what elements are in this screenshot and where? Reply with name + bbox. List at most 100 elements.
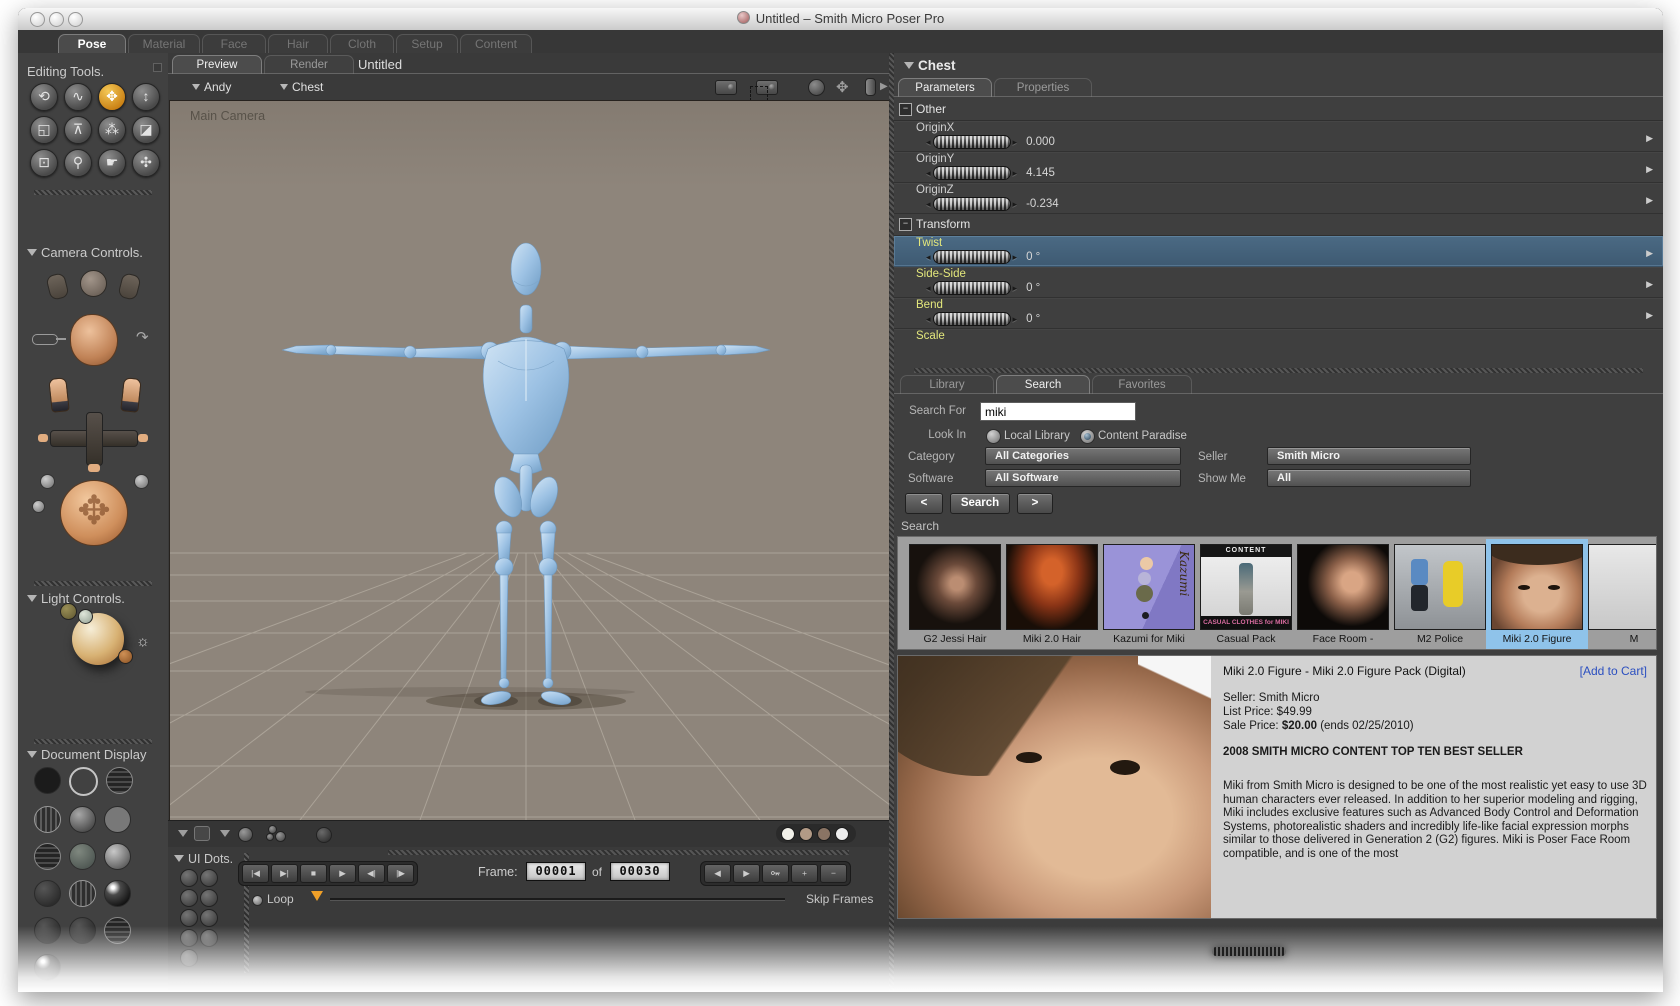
param-row-originx[interactable]: OriginX ◂ ▸ 0.000 ▶: [894, 121, 1663, 152]
timeline-marker[interactable]: [311, 891, 323, 907]
param-row-side-side[interactable]: Side-Side ◂ ▸ 0 ° ▶: [894, 267, 1663, 298]
category-dropdown[interactable]: All Categories: [985, 447, 1181, 465]
param-value[interactable]: 0 °: [1026, 282, 1040, 294]
tool-direct-manipulation-icon[interactable]: ☛: [98, 149, 126, 177]
camera-head-small-icon[interactable]: [80, 270, 107, 297]
camera-controls-label[interactable]: Camera Controls.: [27, 245, 143, 260]
tool-rotate-icon[interactable]: ⟲: [30, 83, 58, 111]
tool-zoom-icon[interactable]: ⚲: [64, 149, 92, 177]
right-hand-camera-icon[interactable]: [120, 377, 142, 413]
ui-dot-3[interactable]: [180, 889, 198, 907]
step-back-button[interactable]: ◀|: [358, 864, 385, 883]
body-part-selector[interactable]: Chest: [280, 80, 323, 94]
dial-decrease-arrow[interactable]: ◂: [926, 283, 931, 294]
display-style-10-button[interactable]: [34, 880, 61, 907]
param-value[interactable]: 0 °: [1026, 251, 1040, 263]
display-style-12-button[interactable]: [104, 880, 131, 907]
camera-ball-icon[interactable]: [40, 474, 55, 489]
dropdown-triangle-icon[interactable]: [220, 830, 230, 837]
dial-increase-arrow[interactable]: ▸: [1013, 283, 1018, 294]
go-last-button[interactable]: ▶|: [271, 864, 298, 883]
camera-rotate-icon[interactable]: ↷: [136, 328, 149, 346]
param-menu-arrow[interactable]: ▶: [1646, 133, 1653, 144]
param-value[interactable]: 0 °: [1026, 313, 1040, 325]
ui-dot-4[interactable]: [200, 889, 218, 907]
depth-cue-icon[interactable]: [194, 826, 210, 841]
tab-content[interactable]: Content: [460, 34, 532, 53]
parameter-dial[interactable]: [932, 281, 1011, 295]
panel-divider[interactable]: [34, 190, 152, 195]
ui-dot-5[interactable]: [180, 909, 198, 927]
param-menu-arrow[interactable]: ▶: [1646, 164, 1653, 175]
shadow-color-swatch[interactable]: [817, 826, 831, 841]
tab-face[interactable]: Face: [202, 34, 266, 53]
thumbnail-image[interactable]: [1297, 544, 1389, 630]
param-value[interactable]: 0.000: [1026, 136, 1055, 148]
create-light-icon[interactable]: ☼: [136, 633, 150, 650]
play-button[interactable]: ▶: [329, 864, 356, 883]
tab-material[interactable]: Material: [128, 34, 200, 53]
document-display-label[interactable]: Document Display: [27, 747, 147, 762]
param-value[interactable]: -0.234: [1026, 198, 1059, 210]
dial-decrease-arrow[interactable]: ◂: [926, 252, 931, 263]
library-thumbnail[interactable]: Face Room -: [1297, 544, 1389, 645]
left-hand-camera-icon[interactable]: [48, 377, 70, 413]
dial-increase-arrow[interactable]: ▸: [1013, 199, 1018, 210]
tool-taper-icon[interactable]: ⊼: [64, 116, 92, 144]
show-me-dropdown[interactable]: All: [1267, 469, 1471, 487]
foreground-color-swatch[interactable]: [781, 826, 795, 841]
library-thumbnail[interactable]: Kazumi Kazumi for Miki: [1103, 544, 1195, 645]
tool-color-icon[interactable]: ◪: [132, 116, 160, 144]
display-style-8-button[interactable]: [69, 843, 96, 870]
library-thumbnail[interactable]: G2 Jessi Hair: [909, 544, 1001, 645]
camera-hand-left-icon[interactable]: [45, 272, 70, 301]
dropdown-triangle-icon[interactable]: [178, 830, 188, 837]
dial-decrease-arrow[interactable]: ◂: [926, 168, 931, 179]
light-indicator-3[interactable]: [118, 649, 133, 664]
light-controls-label[interactable]: Light Controls.: [27, 591, 125, 606]
display-style-1-button[interactable]: [34, 767, 61, 794]
dial-increase-arrow[interactable]: ▸: [1013, 168, 1018, 179]
parameter-dial[interactable]: [932, 197, 1011, 211]
tool-morph-icon[interactable]: ⁂: [98, 116, 126, 144]
camera-trackball[interactable]: ✥: [60, 480, 128, 546]
local-library-label[interactable]: Local Library: [1004, 430, 1070, 442]
library-thumbnail[interactable]: Miki 2.0 Figure: [1491, 544, 1583, 645]
step-forward-button[interactable]: |▶: [387, 864, 414, 883]
tab-search[interactable]: Search: [996, 375, 1090, 394]
display-style-4-button[interactable]: [34, 806, 61, 833]
display-style-2-button[interactable]: [69, 767, 98, 796]
edit-keyframes-button[interactable]: ⚷: [762, 864, 789, 883]
title-bar[interactable]: Untitled – Smith Micro Poser Pro: [18, 8, 1663, 31]
tracking-dots-icon[interactable]: [266, 833, 274, 841]
tab-hair[interactable]: Hair: [268, 34, 328, 53]
param-row-bend[interactable]: Bend ◂ ▸ 0 ° ▶: [894, 298, 1663, 329]
ui-dots-label[interactable]: UI Dots.: [174, 852, 233, 866]
current-frame-field[interactable]: 00001: [526, 862, 586, 881]
collapse-box-icon[interactable]: [899, 218, 912, 231]
parameter-dial[interactable]: [932, 135, 1011, 149]
param-menu-arrow[interactable]: ▶: [1646, 279, 1653, 290]
tracking-dots-icon[interactable]: [275, 831, 286, 842]
dial-increase-arrow[interactable]: ▸: [1013, 252, 1018, 263]
tracking-ball-icon[interactable]: [238, 827, 253, 842]
timeline-slider[interactable]: [330, 898, 785, 900]
ui-dot-6[interactable]: [200, 909, 218, 927]
tab-setup[interactable]: Setup: [396, 34, 458, 53]
ground-color-swatch[interactable]: [835, 826, 849, 841]
total-frames-field[interactable]: 00030: [610, 862, 670, 881]
collapse-box-icon[interactable]: [899, 103, 912, 116]
parameter-dial[interactable]: [932, 312, 1011, 326]
display-style-5-button[interactable]: [69, 806, 96, 833]
param-menu-arrow[interactable]: ▶: [1646, 248, 1653, 259]
camera-ball-icon[interactable]: [134, 474, 149, 489]
dial-increase-arrow[interactable]: ▸: [1013, 314, 1018, 325]
light-indicator-2[interactable]: [78, 609, 93, 624]
library-thumbnail[interactable]: CONTENT CASUAL CLOTHES for MIKI Casual Pac…: [1200, 544, 1292, 645]
software-dropdown[interactable]: All Software: [985, 469, 1181, 487]
previous-page-button[interactable]: <: [905, 493, 943, 514]
ui-dot-1[interactable]: [180, 869, 198, 887]
panel-divider[interactable]: [34, 739, 152, 744]
param-row-originz[interactable]: OriginZ ◂ ▸ -0.234 ▶: [894, 183, 1663, 214]
panel-expand-arrow[interactable]: ▶: [880, 81, 888, 92]
